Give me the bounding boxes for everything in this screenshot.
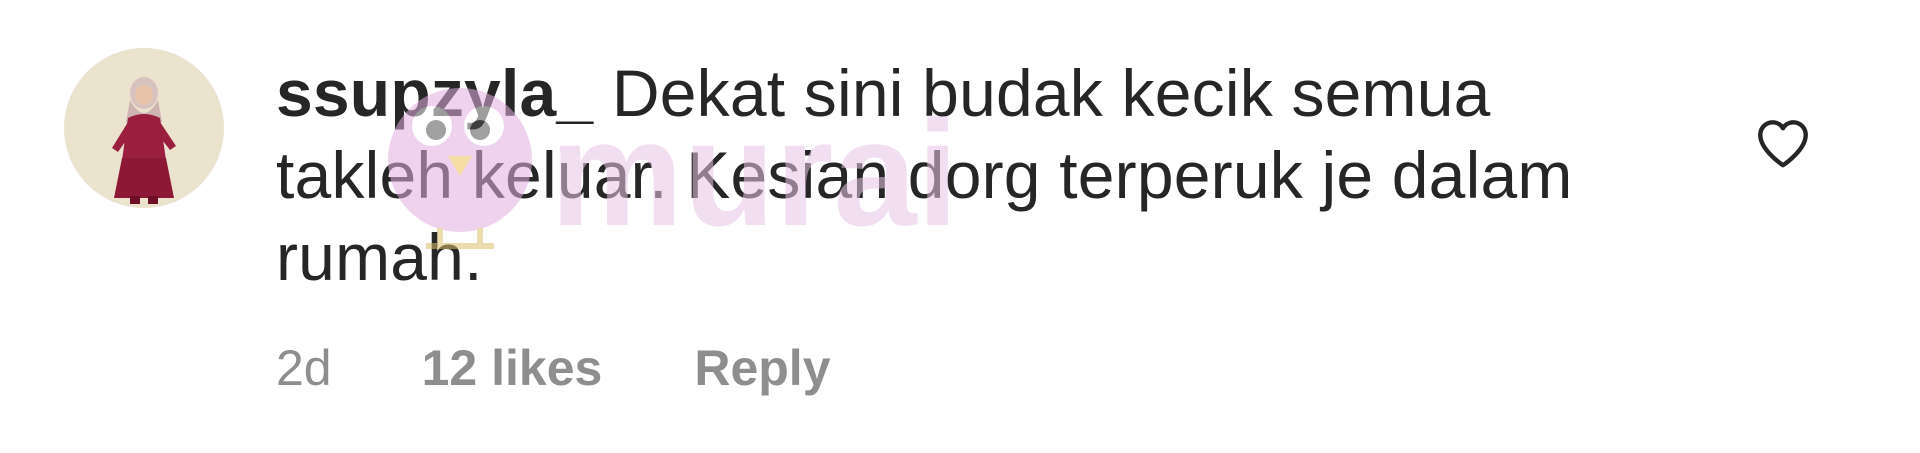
comment-item: ssupzyla_ Dekat sini budak kecik semua t… (0, 0, 1920, 453)
comment-meta: 2d 12 likes Reply (276, 338, 831, 398)
comment-username[interactable]: ssupzyla_ (276, 56, 593, 130)
heart-icon[interactable] (1752, 112, 1814, 174)
avatar[interactable] (64, 48, 224, 208)
avatar-image (64, 48, 224, 208)
comment-body: ssupzyla_ Dekat sini budak kecik semua t… (276, 52, 1656, 298)
comment-timestamp: 2d (276, 340, 332, 396)
comment-likes-count[interactable]: 12 likes (422, 338, 603, 398)
reply-button[interactable]: Reply (694, 338, 830, 398)
